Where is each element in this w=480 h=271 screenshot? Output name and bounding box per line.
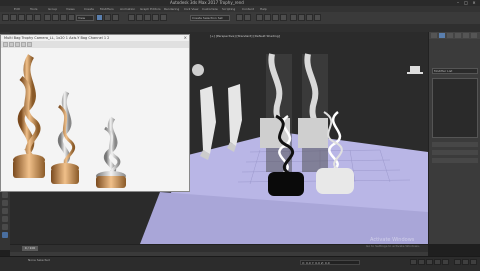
next-frame-icon[interactable] — [434, 259, 441, 265]
activate-windows-watermark: Activate Windows — [370, 237, 415, 243]
maximize-icon[interactable]: □ — [464, 1, 468, 5]
motion-tab-icon[interactable] — [455, 33, 461, 38]
align-icon[interactable] — [244, 14, 251, 21]
previous-frame-icon[interactable] — [418, 259, 425, 265]
clear-icon[interactable] — [27, 42, 32, 47]
render-setup-icon[interactable] — [298, 14, 305, 21]
window-crossing-icon[interactable] — [68, 14, 75, 21]
go-to-start-icon[interactable] — [410, 259, 417, 265]
command-panel: Modifier List — [428, 32, 480, 244]
activate-windows-subtext: Go to Settings to activate Windows. — [366, 244, 420, 248]
minimize-icon[interactable]: – — [456, 1, 460, 5]
display-tab-icon[interactable] — [463, 33, 469, 38]
modifier-stack[interactable] — [432, 78, 478, 138]
graphite-icon[interactable] — [264, 14, 271, 21]
clone-icon[interactable] — [15, 42, 20, 47]
link-icon[interactable] — [18, 14, 25, 21]
move-icon[interactable] — [96, 14, 103, 21]
redo-icon[interactable] — [10, 14, 17, 21]
tool-icon[interactable] — [2, 192, 8, 198]
undo-icon[interactable] — [2, 14, 9, 21]
layer-icon[interactable] — [256, 14, 263, 21]
orbit-icon[interactable] — [470, 259, 477, 265]
schematic-icon[interactable] — [280, 14, 287, 21]
time-slider-thumb[interactable]: 0 / 100 — [22, 246, 38, 251]
tool-icon[interactable] — [2, 200, 8, 206]
curve-editor-icon[interactable] — [272, 14, 279, 21]
pivot-icon[interactable] — [128, 14, 135, 21]
utilities-tab-icon[interactable] — [471, 33, 477, 38]
mirror-icon[interactable] — [236, 14, 243, 21]
percent-snap-icon[interactable] — [152, 14, 159, 21]
create-tab-icon[interactable] — [431, 33, 437, 38]
selection-status: None Selected — [28, 258, 50, 262]
trophies-render-image — [1, 48, 189, 191]
panel-button[interactable] — [432, 142, 478, 147]
copy-icon[interactable] — [9, 42, 14, 47]
spinner-snap-icon[interactable] — [160, 14, 167, 21]
scale-icon[interactable] — [112, 14, 119, 21]
tool-icon[interactable] — [2, 208, 8, 214]
play-icon[interactable] — [426, 259, 433, 265]
bind-icon[interactable] — [34, 14, 41, 21]
snap-icon[interactable] — [136, 14, 143, 21]
select-by-name-icon[interactable] — [52, 14, 59, 21]
angle-snap-icon[interactable] — [144, 14, 151, 21]
material-editor-icon[interactable] — [290, 14, 297, 21]
render-canvas — [1, 48, 189, 191]
rotate-icon[interactable] — [104, 14, 111, 21]
rendered-frame-window[interactable]: Multi Bag Trophy Camera_LL, 1x20 1 Axis-… — [0, 34, 190, 192]
zoom-icon[interactable] — [454, 259, 461, 265]
go-to-end-icon[interactable] — [442, 259, 449, 265]
selection-set-dropdown[interactable]: Create Selection Set — [190, 15, 230, 21]
command-panel-tabs — [429, 32, 480, 39]
tool-icon[interactable] — [2, 224, 8, 230]
pan-icon[interactable] — [462, 259, 469, 265]
modifier-list-dropdown[interactable]: Modifier List — [432, 68, 478, 74]
tool-icon[interactable] — [2, 232, 8, 238]
select-icon[interactable] — [44, 14, 51, 21]
render-icon[interactable] — [314, 14, 321, 21]
region-icon[interactable] — [60, 14, 67, 21]
panel-button[interactable] — [432, 158, 478, 163]
tool-icon[interactable] — [2, 216, 8, 222]
viewport-label[interactable]: [+] [Perspective] [Standard] [Default Sh… — [210, 34, 280, 38]
unlink-icon[interactable] — [26, 14, 33, 21]
print-icon[interactable] — [21, 42, 26, 47]
render-frame-icon[interactable] — [306, 14, 313, 21]
save-icon[interactable] — [3, 42, 8, 47]
panel-button[interactable] — [432, 150, 478, 155]
modify-tab-icon[interactable] — [439, 33, 445, 38]
close-icon[interactable]: × — [472, 1, 476, 5]
coordinate-display[interactable]: X: 0.0 Y: 0.0 Z: 0.0 — [300, 260, 360, 265]
hierarchy-tab-icon[interactable] — [447, 33, 453, 38]
view-dropdown[interactable]: View — [76, 15, 94, 21]
status-bar: None Selected X: 0.0 Y: 0.0 Z: 0.0 — [0, 256, 480, 271]
